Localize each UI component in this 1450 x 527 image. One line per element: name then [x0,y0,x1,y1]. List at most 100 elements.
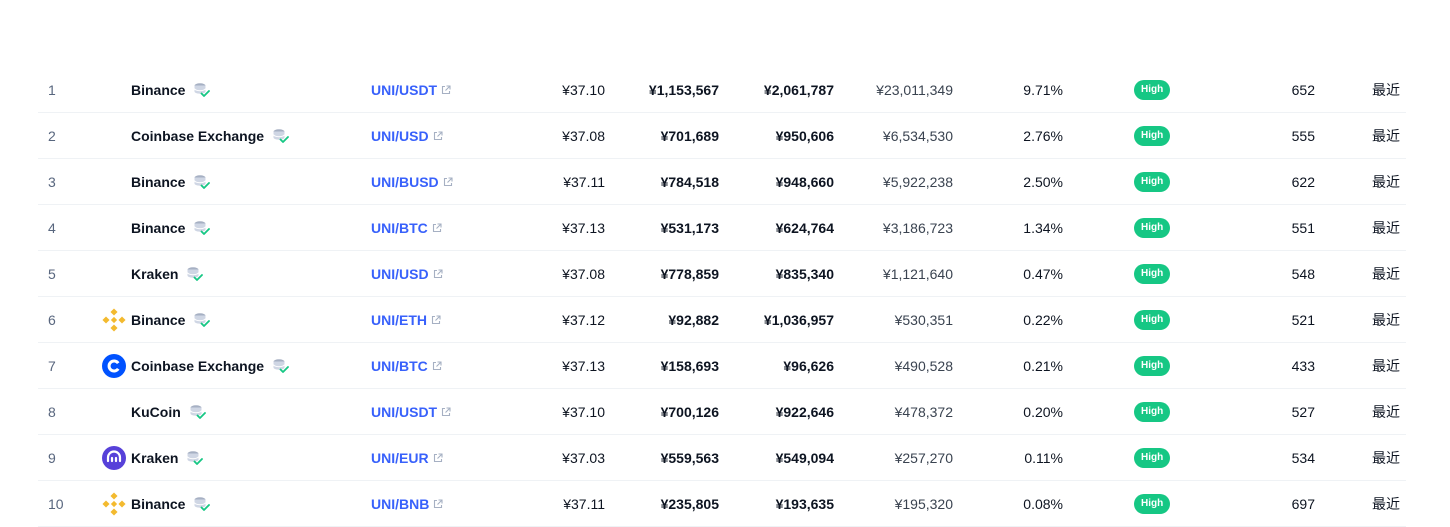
liquidity-score: 433 [1291,357,1315,374]
confidence-badge: High [1134,217,1171,238]
volume-percent-value: 0.47% [1023,265,1063,282]
volume-value: ¥530,351 [894,311,953,328]
exchange-name[interactable]: Binance [131,174,185,190]
liquidity-score: 551 [1291,219,1315,236]
liquidity-score: 697 [1291,495,1315,512]
liquidity-score: 622 [1291,173,1315,190]
depth-minus-2-value: ¥96,626 [783,357,834,374]
depth-minus-2-value: ¥549,094 [775,449,834,466]
table-row[interactable]: 1 Binance UNI/USDT ¥37.10 ¥1,153,567 ¥2,… [38,67,1406,113]
volume-percent-value: 9.71% [1023,81,1063,98]
confidence-badge: High [1134,171,1171,192]
exchange-logo [102,435,126,480]
depth-plus-2-value: ¥92,882 [668,311,719,328]
exchange-logo [102,297,126,342]
exchange-logo [102,67,126,112]
table-row[interactable]: 7 Coinbase Exchange UNI/BTC ¥37.13 ¥158,… [38,343,1406,389]
table-row[interactable]: 2 Coinbase Exchange UNI/USD ¥37.08 ¥701,… [38,113,1406,159]
exchange-name[interactable]: Binance [131,312,185,328]
exchange-name[interactable]: Kraken [131,266,178,282]
exchange-logo [102,113,126,158]
external-link-icon[interactable] [441,406,451,417]
verified-database-icon [193,82,211,98]
rank-number: 9 [48,449,56,466]
pair-link[interactable]: UNI/BNB [371,496,429,512]
volume-value: ¥23,011,349 [876,81,953,98]
depth-minus-2-value: ¥835,340 [775,265,834,282]
confidence-badge: High [1134,79,1171,100]
exchange-name[interactable]: Binance [131,220,185,236]
price-value: ¥37.10 [562,81,605,98]
liquidity-score: 527 [1291,403,1315,420]
pair-link[interactable]: UNI/USDT [371,404,437,420]
external-link-icon[interactable] [432,360,442,371]
exchange-name[interactable]: Kraken [131,450,178,466]
exchange-name[interactable]: Coinbase Exchange [131,128,264,144]
verified-database-icon [186,266,204,282]
table-row[interactable]: 3 Binance UNI/BUSD ¥37.11 ¥784,518 ¥948,… [38,159,1406,205]
price-value: ¥37.12 [562,311,605,328]
confidence-badge: High [1134,401,1171,422]
markets-table: 1 Binance UNI/USDT ¥37.10 ¥1,153,567 ¥2,… [38,67,1406,527]
price-value: ¥37.08 [562,127,605,144]
rank-number: 5 [48,265,56,282]
external-link-icon[interactable] [433,130,443,141]
exchange-name[interactable]: Binance [131,82,185,98]
depth-minus-2-value: ¥1,036,957 [763,311,834,328]
price-value: ¥37.13 [562,219,605,236]
depth-plus-2-value: ¥158,693 [660,357,719,374]
external-link-icon[interactable] [433,268,443,279]
rank-number: 4 [48,219,56,236]
pair-link[interactable]: UNI/BTC [371,220,428,236]
pair-link[interactable]: UNI/USD [371,266,429,282]
depth-plus-2-value: ¥1,153,567 [648,81,719,98]
confidence-badge: High [1134,447,1171,468]
volume-percent-value: 0.21% [1023,357,1063,374]
liquidity-score: 534 [1291,449,1315,466]
pair-link[interactable]: UNI/BTC [371,358,428,374]
depth-plus-2-value: ¥778,859 [660,265,719,282]
rank-number: 3 [48,173,56,190]
depth-plus-2-value: ¥700,126 [660,403,719,420]
liquidity-score: 548 [1291,265,1315,282]
table-row[interactable]: 10 Binance UNI/BNB ¥37.11 ¥235,805 ¥193,… [38,481,1406,527]
pair-link[interactable]: UNI/ETH [371,312,427,328]
volume-value: ¥3,186,723 [882,219,953,236]
rank-number: 6 [48,311,56,328]
updated-label: 最近 [1372,311,1400,328]
confidence-badge: High [1134,263,1171,284]
table-row[interactable]: 4 Binance UNI/BTC ¥37.13 ¥531,173 ¥624,7… [38,205,1406,251]
table-row[interactable]: 5 Kraken UNI/USD ¥37.08 ¥778,859 ¥835,34… [38,251,1406,297]
binance-logo-icon [102,491,126,516]
depth-plus-2-value: ¥559,563 [660,449,719,466]
pair-link[interactable]: UNI/USDT [371,82,437,98]
exchange-name[interactable]: Binance [131,496,185,512]
table-row[interactable]: 6 Binance UNI/ETH ¥37.12 ¥92,882 ¥1,036,… [38,297,1406,343]
rank-number: 2 [48,127,56,144]
pair-link[interactable]: UNI/EUR [371,450,429,466]
volume-value: ¥195,320 [894,495,953,512]
external-link-icon[interactable] [431,314,441,325]
rank-number: 1 [48,81,56,98]
verified-database-icon [272,128,289,144]
external-link-icon[interactable] [433,452,443,463]
table-row[interactable]: 9 Kraken UNI/EUR ¥37.03 ¥559,563 ¥549,09… [38,435,1406,481]
external-link-icon[interactable] [441,84,451,95]
pair-link[interactable]: UNI/BUSD [371,174,439,190]
exchange-logo [102,251,126,296]
volume-percent-value: 0.11% [1024,449,1063,466]
exchange-name[interactable]: KuCoin [131,404,181,420]
external-link-icon[interactable] [443,176,453,187]
rank-number: 10 [48,495,64,512]
updated-label: 最近 [1372,265,1400,282]
pair-link[interactable]: UNI/USD [371,128,429,144]
volume-percent-value: 2.76% [1023,127,1063,144]
external-link-icon[interactable] [432,222,442,233]
verified-database-icon [193,220,211,236]
verified-database-icon [272,358,289,374]
volume-value: ¥1,121,640 [882,265,953,282]
binance-logo-icon [102,307,126,332]
external-link-icon[interactable] [433,498,443,509]
table-row[interactable]: 8 KuCoin UNI/USDT ¥37.10 ¥700,126 ¥922,6… [38,389,1406,435]
exchange-name[interactable]: Coinbase Exchange [131,358,264,374]
